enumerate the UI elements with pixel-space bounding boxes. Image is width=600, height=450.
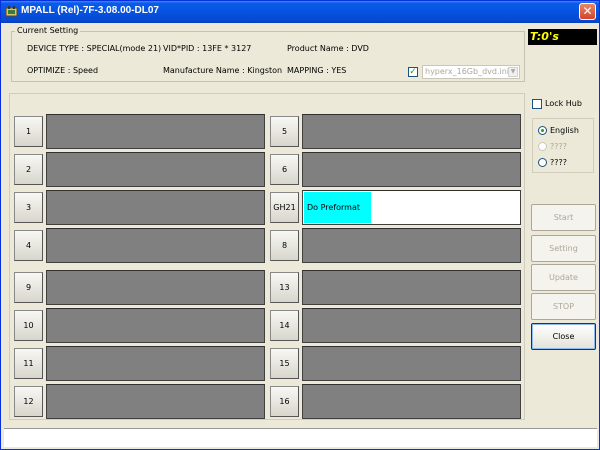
radio-selected-dot xyxy=(541,129,544,132)
timer-display: T:0's xyxy=(528,29,597,45)
port-button-3[interactable]: 3 xyxy=(14,192,43,223)
setting-button[interactable]: Setting xyxy=(531,235,596,262)
port-button-12[interactable]: 12 xyxy=(14,386,43,417)
language-label-2[interactable]: ???? xyxy=(550,142,567,151)
language-radio-3[interactable] xyxy=(538,158,547,167)
port-button-11[interactable]: 11 xyxy=(14,348,43,379)
language-label-3[interactable]: ???? xyxy=(550,158,567,167)
ini-checkbox[interactable]: ✓ xyxy=(408,67,418,77)
port-status-slot-3 xyxy=(46,190,265,225)
stop-button[interactable]: STOP xyxy=(531,293,596,320)
port-status-text: Do Preformat xyxy=(307,203,361,212)
vid-pid-text: VID*PID : 13FE * 3127 xyxy=(163,44,252,53)
device-type-text: DEVICE TYPE : SPECIAL(mode 21) xyxy=(27,44,162,53)
title-bar[interactable]: MPALL (Rel)-7F-3.08.00-DL07 ✕ xyxy=(1,1,599,23)
port-status-slot-15 xyxy=(302,346,521,381)
product-name-text: Product Name : DVD xyxy=(287,44,369,53)
main-window: MPALL (Rel)-7F-3.08.00-DL07 ✕ Current Se… xyxy=(0,0,600,450)
port-status-slot-14 xyxy=(302,308,521,343)
timer-text: T:0's xyxy=(530,30,559,43)
update-button[interactable]: Update xyxy=(531,264,596,291)
port-button-16[interactable]: 16 xyxy=(270,386,299,417)
port-button-4[interactable]: 4 xyxy=(14,230,43,261)
start-button[interactable]: Start xyxy=(531,204,596,231)
manufacture-name-text: Manufacture Name : Kingston xyxy=(163,66,283,75)
current-setting-label: Current Setting xyxy=(15,26,81,35)
close-icon: ✕ xyxy=(582,4,593,18)
window-close-button[interactable]: ✕ xyxy=(579,3,596,20)
window-title: MPALL (Rel)-7F-3.08.00-DL07 xyxy=(21,5,159,16)
port-button-7[interactable]: GH21 xyxy=(270,192,299,223)
port-status-slot-10 xyxy=(46,308,265,343)
port-status-slot-8 xyxy=(302,228,521,263)
ini-file-select[interactable]: hyperx_16Gb_dvd.ini ▼ xyxy=(422,65,520,79)
lock-hub-label[interactable]: Lock Hub xyxy=(545,99,582,108)
chevron-down-icon[interactable]: ▼ xyxy=(508,67,518,77)
port-button-9[interactable]: 9 xyxy=(14,272,43,303)
optimize-text: OPTIMIZE : Speed xyxy=(27,66,99,75)
port-status-slot-9 xyxy=(46,270,265,305)
port-button-5[interactable]: 5 xyxy=(270,116,299,147)
port-button-8[interactable]: 8 xyxy=(270,230,299,261)
port-button-2[interactable]: 2 xyxy=(14,154,43,185)
port-status-slot-7: Do Preformat xyxy=(302,190,521,225)
port-status-slot-6 xyxy=(302,152,521,187)
close-button[interactable]: Close xyxy=(531,323,596,350)
mapping-text: MAPPING : YES xyxy=(287,66,347,75)
language-radio-english[interactable] xyxy=(538,126,547,135)
port-status-slot-4 xyxy=(46,228,265,263)
ini-file-value: hyperx_16Gb_dvd.ini xyxy=(425,67,510,76)
port-status-slot-13 xyxy=(302,270,521,305)
port-status-slot-12 xyxy=(46,384,265,419)
language-label-english[interactable]: English xyxy=(550,126,579,135)
app-icon xyxy=(5,6,18,17)
port-status-slot-2 xyxy=(46,152,265,187)
port-button-15[interactable]: 15 xyxy=(270,348,299,379)
port-button-1[interactable]: 1 xyxy=(14,116,43,147)
port-button-14[interactable]: 14 xyxy=(270,310,299,341)
language-radio-2[interactable] xyxy=(538,142,547,151)
port-button-6[interactable]: 6 xyxy=(270,154,299,185)
port-status-slot-5 xyxy=(302,114,521,149)
port-button-10[interactable]: 10 xyxy=(14,310,43,341)
port-button-13[interactable]: 13 xyxy=(270,272,299,303)
port-status-slot-16 xyxy=(302,384,521,419)
port-status-slot-1 xyxy=(46,114,265,149)
port-status-slot-11 xyxy=(46,346,265,381)
status-bar xyxy=(4,428,597,447)
lock-hub-checkbox[interactable] xyxy=(532,99,542,109)
